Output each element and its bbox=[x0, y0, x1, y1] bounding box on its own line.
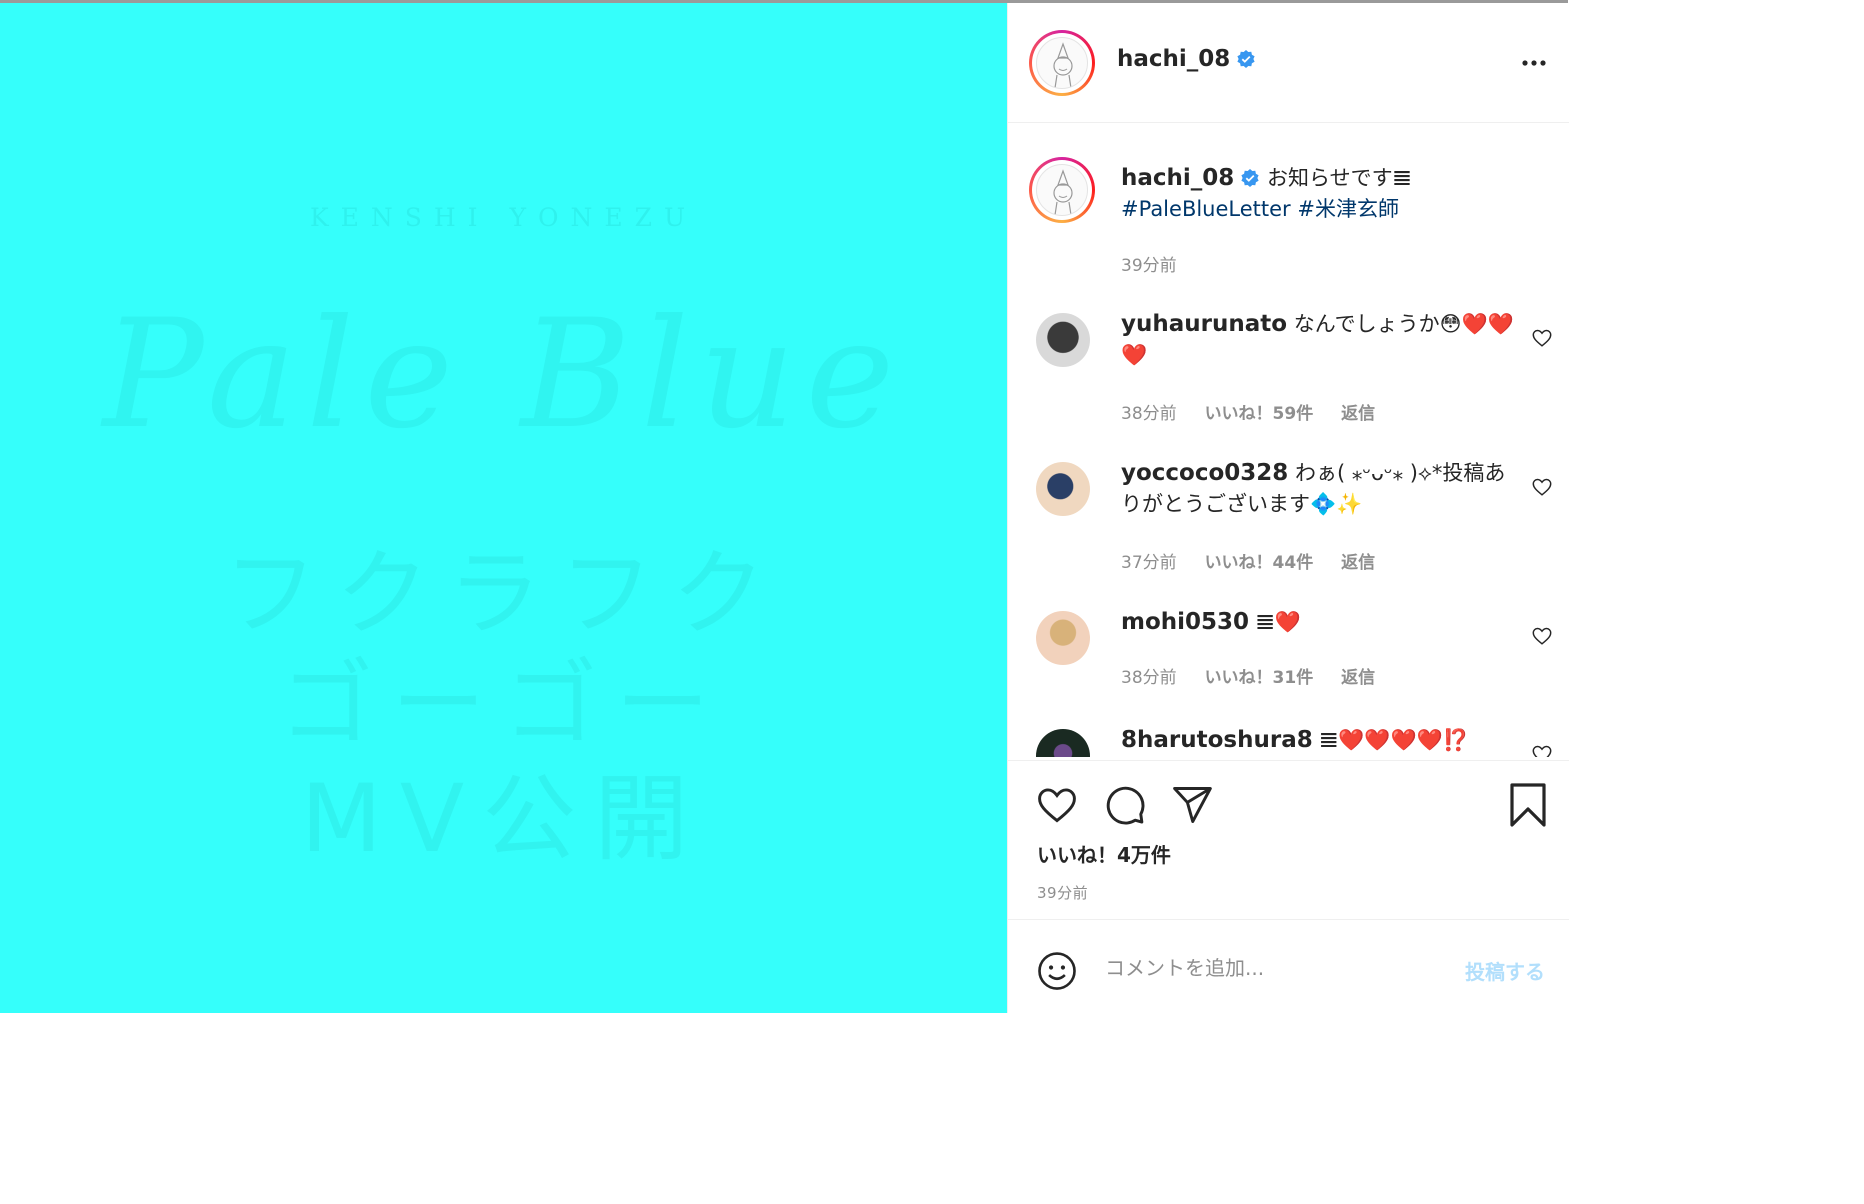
comment-username[interactable]: yoccoco0328 bbox=[1121, 460, 1288, 486]
like-comment-heart-icon[interactable] bbox=[1531, 625, 1553, 647]
likes-count[interactable]: いいね！4万件 bbox=[1037, 839, 1171, 868]
like-comment-heart-icon[interactable] bbox=[1531, 327, 1553, 349]
caption-username[interactable]: hachi_08 bbox=[1121, 165, 1234, 191]
post-header: hachi_08 bbox=[1008, 3, 1569, 123]
comment-item: yoccoco0328 わぁ( ⁎ᵕᴗᵕ⁎ )⟡*投稿ありがとうございます💠✨ … bbox=[1008, 458, 1569, 598]
image-text-title: Pale Blue bbox=[102, 288, 905, 462]
comment-input[interactable] bbox=[1103, 950, 1427, 986]
comment-timestamp[interactable]: 37分前 bbox=[1121, 553, 1177, 573]
post-comment-button[interactable]: 投稿する bbox=[1465, 956, 1545, 985]
more-options-button[interactable] bbox=[1521, 49, 1547, 69]
comment-text: mohi0530 𝌆❤️ bbox=[1121, 607, 1521, 638]
post-image[interactable]: KENSHI YONEZU Pale Blue フクラフク ゴーゴー MV公開 bbox=[0, 3, 1007, 1013]
comment-body: 𝌆❤️❤️❤️❤️⁉️ bbox=[1319, 728, 1469, 752]
caption-row: hachi_08 お知らせです𝌆 #PaleBlueLetter #米津玄師 3… bbox=[1008, 123, 1569, 283]
comment-text: yoccoco0328 わぁ( ⁎ᵕᴗᵕ⁎ )⟡*投稿ありがとうございます💠✨ bbox=[1121, 458, 1521, 520]
comment-text: 8harutoshura8 𝌆❤️❤️❤️❤️⁉️ bbox=[1121, 725, 1541, 756]
post-timestamp[interactable]: 39分前 bbox=[1037, 882, 1088, 903]
comment-likes[interactable]: いいね！44件 bbox=[1205, 553, 1314, 573]
image-text-line-3: MV公開 bbox=[300, 765, 707, 874]
caption-text: hachi_08 お知らせです𝌆 #PaleBlueLetter #米津玄師 bbox=[1121, 163, 1541, 225]
header-username[interactable]: hachi_08 bbox=[1117, 46, 1230, 72]
more-horizontal-icon bbox=[1522, 60, 1546, 66]
verified-badge-icon bbox=[1241, 169, 1259, 187]
reply-button[interactable]: 返信 bbox=[1341, 668, 1375, 688]
comment-body: 𝌆❤️ bbox=[1255, 610, 1301, 634]
add-comment-bar: 投稿する bbox=[1008, 919, 1569, 1014]
commenter-avatar[interactable] bbox=[1036, 462, 1090, 516]
save-bookmark-icon[interactable] bbox=[1507, 781, 1549, 829]
share-paper-plane-icon[interactable] bbox=[1170, 783, 1214, 827]
comment-username[interactable]: yuhaurunato bbox=[1121, 311, 1287, 337]
like-comment-heart-icon[interactable] bbox=[1531, 743, 1553, 757]
comment-likes[interactable]: いいね！59件 bbox=[1205, 404, 1314, 424]
commenter-avatar[interactable] bbox=[1036, 313, 1090, 367]
commenter-avatar[interactable] bbox=[1036, 729, 1090, 757]
caption-timestamp[interactable]: 39分前 bbox=[1121, 256, 1177, 276]
comment-username[interactable]: mohi0530 bbox=[1121, 609, 1249, 635]
caption-body: お知らせです bbox=[1266, 166, 1393, 190]
post-sidebar: hachi_08 hachi_08 お知らせです𝌆 #PaleBlueLette… bbox=[1007, 3, 1569, 1014]
hashtag-link[interactable]: #米津玄師 bbox=[1297, 197, 1399, 221]
comment-item: mohi0530 𝌆❤️ 38分前 いいね！31件 返信 bbox=[1008, 607, 1569, 707]
comment-item: yuhaurunato なんでしょうか😳❤️❤️❤️ 38分前 いいね！59件 … bbox=[1008, 309, 1569, 449]
caption-meta: 39分前 bbox=[1121, 251, 1199, 276]
comment-likes[interactable]: いいね！31件 bbox=[1205, 668, 1314, 688]
header-username-group: hachi_08 bbox=[1117, 46, 1256, 72]
reply-button[interactable]: 返信 bbox=[1341, 404, 1375, 424]
post-actions: いいね！4万件 39分前 bbox=[1008, 760, 1569, 921]
comment-meta: 38分前 いいね！31件 返信 bbox=[1121, 663, 1397, 688]
verified-badge-icon bbox=[1237, 50, 1255, 68]
clown-avatar-icon bbox=[1036, 164, 1088, 216]
comments-scroll-area[interactable]: hachi_08 お知らせです𝌆 #PaleBlueLetter #米津玄師 3… bbox=[1008, 123, 1569, 757]
like-comment-heart-icon[interactable] bbox=[1531, 476, 1553, 498]
image-text-artist: KENSHI YONEZU bbox=[309, 203, 698, 232]
caption-avatar[interactable] bbox=[1029, 157, 1095, 223]
comment-username[interactable]: 8harutoshura8 bbox=[1121, 727, 1313, 753]
comment-meta: 38分前 いいね！59件 返信 bbox=[1121, 399, 1397, 424]
like-heart-icon[interactable] bbox=[1035, 783, 1079, 827]
clown-avatar-icon bbox=[1036, 37, 1088, 89]
caption-emoji: 𝌆 bbox=[1392, 166, 1412, 190]
comment-timestamp[interactable]: 38分前 bbox=[1121, 668, 1177, 688]
author-avatar[interactable] bbox=[1029, 30, 1095, 96]
reply-button[interactable]: 返信 bbox=[1341, 553, 1375, 573]
emoji-smiley-icon[interactable] bbox=[1036, 950, 1078, 992]
hashtag-link[interactable]: #PaleBlueLetter bbox=[1121, 197, 1291, 221]
comment-item: 8harutoshura8 𝌆❤️❤️❤️❤️⁉️ bbox=[1008, 725, 1569, 757]
comment-text: yuhaurunato なんでしょうか😳❤️❤️❤️ bbox=[1121, 309, 1521, 371]
comment-timestamp[interactable]: 38分前 bbox=[1121, 404, 1177, 424]
comment-meta: 37分前 いいね！44件 返信 bbox=[1121, 548, 1397, 573]
commenter-avatar[interactable] bbox=[1036, 611, 1090, 665]
comment-bubble-icon[interactable] bbox=[1103, 783, 1147, 827]
